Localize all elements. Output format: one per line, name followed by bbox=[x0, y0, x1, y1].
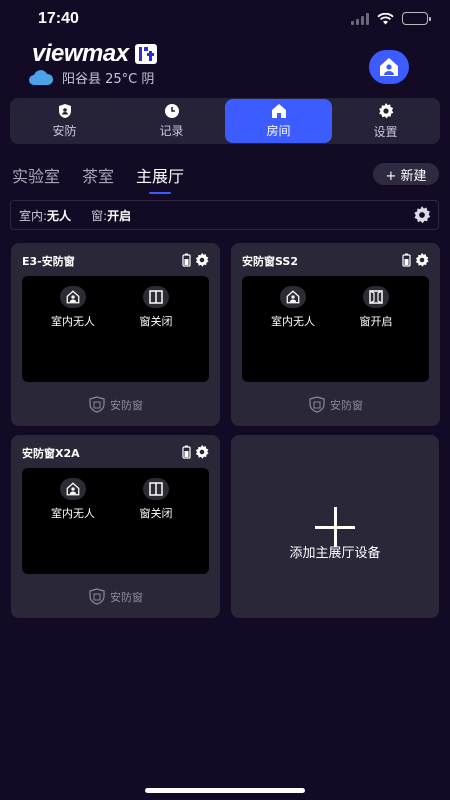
clock-icon bbox=[164, 104, 179, 118]
gear-icon[interactable] bbox=[194, 252, 210, 268]
new-room-button[interactable]: + 新建 bbox=[373, 163, 439, 185]
window-open-icon bbox=[369, 290, 383, 304]
window-closed-icon bbox=[149, 290, 163, 304]
cloud-icon bbox=[29, 69, 54, 85]
indoor-status-value: 无人 bbox=[47, 208, 72, 223]
device-card[interactable]: 安防窗X2A 室内无人 窗关闭 安防窗 bbox=[11, 435, 220, 618]
tab-records[interactable]: 记录 bbox=[118, 99, 225, 143]
home-indicator[interactable] bbox=[145, 788, 305, 793]
gear-icon bbox=[414, 206, 431, 224]
main-tabbar: 安防 记录 房间 设置 bbox=[10, 98, 440, 144]
device-screen: 室内无人 窗关闭 bbox=[22, 468, 209, 574]
security-window-icon bbox=[309, 396, 325, 413]
device-type-label: 安防窗 bbox=[110, 590, 143, 604]
add-device-label: 添加主展厅设备 bbox=[289, 546, 381, 561]
plus-icon bbox=[309, 507, 361, 547]
window-indicator: 窗关闭 bbox=[121, 478, 191, 521]
gear-icon[interactable] bbox=[414, 252, 430, 268]
battery-vertical-icon bbox=[402, 253, 411, 267]
device-type: 安防窗 bbox=[11, 588, 220, 605]
window-text: 窗关闭 bbox=[139, 315, 173, 328]
gear-icon bbox=[378, 103, 393, 119]
device-name: 安防窗X2A bbox=[22, 447, 80, 460]
security-window-icon bbox=[89, 396, 105, 413]
presence-text: 室内无人 bbox=[51, 507, 95, 520]
battery-vertical-icon bbox=[182, 445, 191, 459]
tab-label: 记录 bbox=[159, 124, 184, 138]
wifi-icon bbox=[377, 12, 394, 24]
weather-info: 阳谷县 25°C 阴 bbox=[28, 68, 154, 87]
presence-indicator: 室内无人 bbox=[38, 286, 108, 329]
battery-vertical-icon bbox=[182, 253, 191, 267]
home-person-icon bbox=[66, 482, 80, 496]
window-text: 窗开启 bbox=[359, 315, 393, 328]
logo-badge-icon bbox=[134, 44, 157, 64]
status-icons bbox=[351, 12, 431, 25]
security-window-icon bbox=[89, 588, 105, 605]
device-screen: 室内无人 窗关闭 bbox=[22, 276, 209, 382]
tab-label: 安防 bbox=[52, 124, 77, 138]
presence-text: 室内无人 bbox=[51, 315, 95, 328]
tab-rooms[interactable]: 房间 bbox=[225, 99, 332, 143]
device-card[interactable]: 安防窗SS2 室内无人 窗开启 安防窗 bbox=[231, 243, 440, 426]
status-bar: 17:40 bbox=[0, 0, 450, 40]
tab-label: 设置 bbox=[373, 125, 398, 139]
device-type: 安防窗 bbox=[231, 396, 440, 413]
window-closed-icon bbox=[149, 482, 163, 496]
window-text: 窗关闭 bbox=[139, 507, 173, 520]
signal-icon bbox=[351, 12, 369, 25]
tab-security[interactable]: 安防 bbox=[11, 99, 118, 143]
home-icon bbox=[271, 104, 286, 118]
weather-text: 阳谷县 25°C 阴 bbox=[62, 72, 155, 87]
room-tab-tea-room[interactable]: 茶室 bbox=[82, 163, 114, 187]
status-time: 17:40 bbox=[38, 10, 79, 27]
room-tab-lab[interactable]: 实验室 bbox=[12, 163, 60, 187]
room-status-bar: 室内: 无人 窗: 开启 bbox=[10, 200, 439, 230]
home-person-icon bbox=[380, 58, 398, 76]
add-device-card[interactable]: 添加主展厅设备 bbox=[231, 435, 439, 618]
presence-text: 室内无人 bbox=[271, 315, 315, 328]
battery-icon bbox=[402, 12, 431, 25]
device-screen: 室内无人 窗开启 bbox=[242, 276, 429, 382]
room-settings-button[interactable] bbox=[412, 205, 432, 228]
presence-indicator: 室内无人 bbox=[38, 478, 108, 521]
shield-icon bbox=[58, 104, 71, 118]
device-type: 安防窗 bbox=[11, 396, 220, 413]
window-indicator: 窗关闭 bbox=[121, 286, 191, 329]
brand-logo: viewmax bbox=[32, 40, 157, 67]
device-card[interactable]: E3-安防窗 室内无人 窗关闭 安防窗 bbox=[11, 243, 220, 426]
indoor-status-label: 室内: bbox=[19, 208, 48, 223]
tab-label: 房间 bbox=[266, 124, 291, 138]
presence-indicator: 室内无人 bbox=[258, 286, 328, 329]
new-room-label: + 新建 bbox=[385, 168, 427, 184]
device-type-label: 安防窗 bbox=[330, 398, 363, 412]
room-tab-main-hall[interactable]: 主展厅 bbox=[136, 163, 184, 187]
tab-settings[interactable]: 设置 bbox=[332, 99, 439, 143]
device-name: 安防窗SS2 bbox=[242, 255, 299, 268]
gear-icon[interactable] bbox=[194, 444, 210, 460]
room-tabs: 实验室 茶室 主展厅 bbox=[12, 163, 184, 187]
logo-text: viewmax bbox=[32, 40, 129, 67]
window-status-value: 开启 bbox=[107, 208, 132, 223]
window-status-label: 窗: bbox=[91, 208, 108, 223]
window-indicator: 窗开启 bbox=[341, 286, 411, 329]
device-name: E3-安防窗 bbox=[22, 255, 75, 268]
home-mode-button[interactable] bbox=[369, 50, 409, 84]
home-person-icon bbox=[286, 290, 300, 304]
device-type-label: 安防窗 bbox=[110, 398, 143, 412]
home-person-icon bbox=[66, 290, 80, 304]
